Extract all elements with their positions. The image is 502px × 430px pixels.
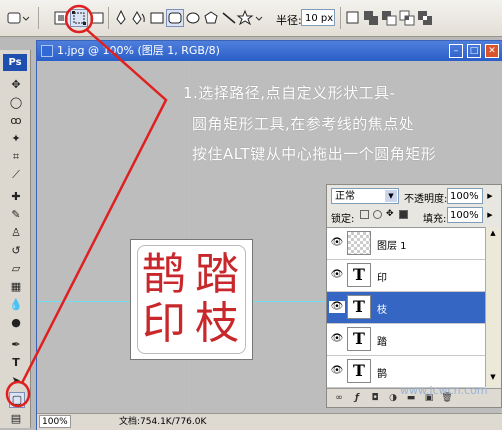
highlight-circle-toolbox bbox=[5, 380, 31, 408]
highlight-circle-toolbar bbox=[64, 4, 94, 34]
annotation-overlay bbox=[5, 4, 168, 408]
watermark: www.jcwcn.com bbox=[400, 384, 488, 397]
pointer-line bbox=[20, 28, 168, 384]
